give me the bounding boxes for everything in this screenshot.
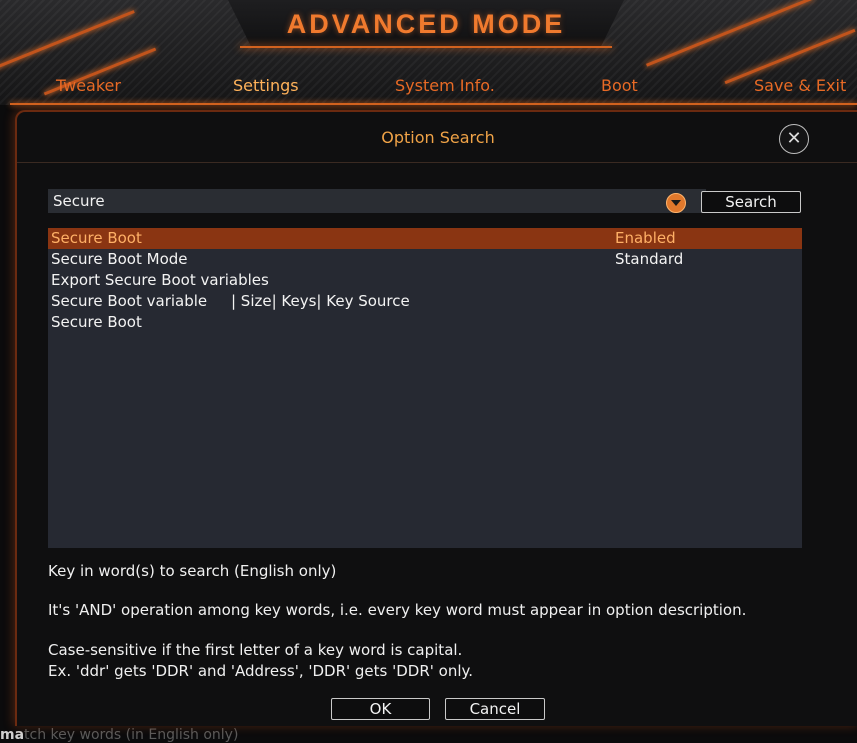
tab-settings[interactable]: Settings <box>233 76 299 95</box>
option-name: Secure Boot Mode <box>51 250 188 268</box>
tab-tweaker[interactable]: Tweaker <box>56 76 121 95</box>
option-value: Enabled <box>615 229 676 247</box>
option-name: Export Secure Boot variables <box>51 271 269 289</box>
tab-save-exit[interactable]: Save & Exit <box>754 76 846 95</box>
tab-system-info[interactable]: System Info. <box>395 76 495 95</box>
list-item[interactable]: Secure Boot Mode Standard <box>48 249 802 270</box>
background-help-text: match key words (in English only) <box>0 727 238 743</box>
chevron-down-icon[interactable] <box>666 193 686 213</box>
option-name: Secure Boot <box>51 313 142 331</box>
ok-button[interactable]: OK <box>331 698 430 720</box>
option-name: Secure Boot <box>51 229 142 247</box>
list-item[interactable]: Secure Boot Enabled <box>48 228 802 249</box>
list-item[interactable]: Secure Boot <box>48 312 802 333</box>
tab-boot[interactable]: Boot <box>601 76 638 95</box>
help-text-4: Ex. 'ddr' gets 'DDR' and 'Address', 'DDR… <box>48 662 474 680</box>
list-item[interactable]: Secure Boot variable | Size| Keys| Key S… <box>48 291 802 312</box>
help-text-1: Key in word(s) to search (English only) <box>48 562 337 580</box>
tab-bar: Tweaker Settings System Info. Boot Save … <box>0 76 857 102</box>
search-results-list[interactable]: Secure Boot Enabled Secure Boot Mode Sta… <box>48 228 802 548</box>
tab-underline <box>10 103 857 105</box>
option-value: Standard <box>615 250 684 268</box>
search-input[interactable] <box>48 189 706 213</box>
dialog-title: Option Search <box>381 128 495 147</box>
help-text-2: It's 'AND' operation among key words, i.… <box>48 601 747 619</box>
background-help-prefix: ma <box>0 727 25 743</box>
help-text-3: Case-sensitive if the first letter of a … <box>48 641 463 659</box>
close-icon[interactable]: ✕ <box>779 124 809 154</box>
app-title: ADVANCED MODE <box>286 9 566 39</box>
title-plate-edge <box>240 46 612 48</box>
divider <box>17 162 857 163</box>
cancel-button[interactable]: Cancel <box>445 698 545 720</box>
header-bar: ADVANCED MODE Tweaker Settings System In… <box>0 0 857 105</box>
search-button[interactable]: Search <box>701 191 801 213</box>
list-item[interactable]: Export Secure Boot variables <box>48 270 802 291</box>
background-help-rest: tch key words (in English only) <box>24 727 239 743</box>
option-name: Secure Boot variable | Size| Keys| Key S… <box>51 292 410 310</box>
option-search-dialog: Option Search ✕ Search Secure Boot Enabl… <box>15 110 857 726</box>
